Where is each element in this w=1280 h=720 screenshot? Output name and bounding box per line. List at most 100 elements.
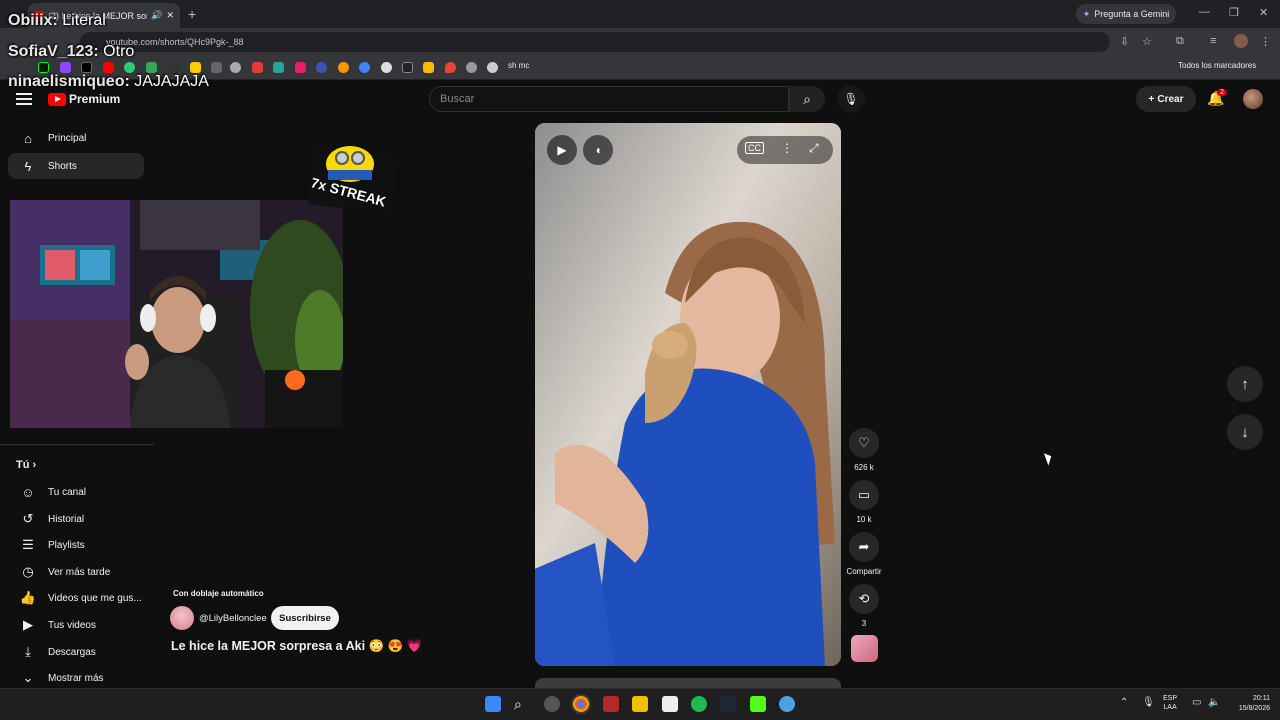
short-video-player[interactable]	[535, 123, 841, 666]
new-tab-button[interactable]: +	[188, 6, 196, 22]
bookmark-icon[interactable]	[466, 62, 477, 73]
channel-avatar[interactable]	[170, 606, 194, 630]
sound-thumbnail[interactable]	[851, 635, 878, 662]
profile-avatar[interactable]	[1234, 34, 1248, 48]
hamburger-menu-icon[interactable]	[16, 90, 32, 106]
remix-button[interactable]: ⟲	[849, 584, 879, 614]
sidebar-item-tu-canal[interactable]: ☺ Tu canal	[8, 479, 144, 505]
clock-time: 20:11	[1253, 695, 1270, 702]
bookmark-icon[interactable]	[190, 62, 201, 73]
taskbar-steam-icon[interactable]	[720, 696, 736, 712]
tray-language[interactable]: ESP LAA	[1163, 694, 1177, 712]
bookmark-icon[interactable]	[273, 62, 284, 73]
bookmark-star-icon[interactable]: ☆	[1142, 35, 1152, 48]
bookmark-icon[interactable]	[402, 62, 413, 73]
bookmark-icon[interactable]	[359, 62, 370, 73]
bookmark-twitch-icon[interactable]	[60, 62, 71, 73]
bookmark-icon[interactable]	[316, 62, 327, 73]
chat-text: JAJAJAJA	[134, 73, 209, 90]
taskbar-notepad-icon[interactable]	[662, 696, 678, 712]
install-app-icon[interactable]: ⇩	[1120, 35, 1129, 48]
minimize-button[interactable]: —	[1199, 6, 1210, 18]
taskbar-kick-icon[interactable]	[750, 696, 766, 712]
bookmark-kick-icon[interactable]	[38, 62, 49, 73]
taskbar-explorer-icon[interactable]	[632, 696, 648, 712]
subscribe-button[interactable]: Suscribirse	[271, 606, 339, 630]
restore-button[interactable]: ❐	[1229, 6, 1239, 19]
bookmark-icon[interactable]	[211, 62, 222, 73]
tray-clock[interactable]: 20:11 15/8/2026	[1228, 694, 1270, 714]
sidebar-item-descargas[interactable]: ⤓ Descargas	[8, 639, 144, 665]
bookmark-x-icon[interactable]	[81, 62, 92, 73]
search-input[interactable]: Buscar	[429, 86, 789, 112]
play-button[interactable]: ▶	[547, 135, 577, 165]
taskbar-app-icon[interactable]	[779, 696, 795, 712]
sidebar-item-tus-videos[interactable]: ▶ Tus videos	[8, 612, 144, 638]
sidebar-item-label: Historial	[48, 513, 85, 525]
all-bookmarks-link[interactable]: Todos los marcadores	[1178, 61, 1256, 70]
start-menu-icon[interactable]	[485, 696, 501, 712]
bookmark-maps-icon[interactable]	[445, 62, 456, 73]
taskbar-app-icon[interactable]	[603, 696, 619, 712]
share-button[interactable]: ➦	[849, 532, 879, 562]
bookmark-icon[interactable]	[230, 62, 241, 73]
tray-network-icon[interactable]: ▭	[1192, 697, 1201, 708]
fullscreen-icon[interactable]: ⤢	[809, 141, 819, 156]
bookmark-drive-icon[interactable]	[146, 62, 157, 73]
volume-button[interactable]: ◖	[583, 135, 613, 165]
downloads-icon: ⤓	[25, 644, 31, 659]
url-field[interactable]: youtube.com/shorts/QHc9Pgk-_88	[80, 32, 1110, 52]
bookmark-icon[interactable]	[381, 62, 392, 73]
chat-message: ninaelismiqueo: JAJAJAJA	[8, 73, 209, 91]
sidebar-item-principal[interactable]: ⌂ Principal	[8, 125, 144, 151]
tray-volume-icon[interactable]: 🔈	[1208, 697, 1220, 708]
account-avatar[interactable]	[1243, 89, 1263, 109]
youtube-premium-logo[interactable]: Premium	[48, 92, 120, 106]
taskbar-chrome-icon[interactable]	[571, 694, 591, 714]
sidebar-item-playlists[interactable]: ☰ Playlists	[8, 532, 144, 558]
like-button[interactable]: ♡	[849, 428, 879, 458]
gemini-button[interactable]: ✦ Pregunta a Gemini	[1076, 4, 1176, 24]
bookmark-sh-mc[interactable]: sh mc	[508, 61, 529, 70]
search-button[interactable]: ⌕	[789, 86, 825, 112]
sidebar-you-heading[interactable]: Tú ›	[16, 459, 36, 471]
bookmark-icon[interactable]	[423, 62, 434, 73]
sidebar-item-shorts[interactable]: ϟ Shorts	[8, 153, 144, 179]
next-short-preview[interactable]	[535, 678, 841, 688]
shorts-icon: ϟ	[24, 158, 32, 174]
bookmark-youtube-icon[interactable]	[103, 62, 114, 73]
sidebar-item-ver-mas-tarde[interactable]: ◷ Ver más tarde	[8, 559, 144, 585]
bookmark-icon[interactable]	[338, 62, 349, 73]
playlists-icon: ☰	[22, 537, 34, 552]
tab-audio-icon[interactable]: 🔊	[151, 10, 162, 21]
tab-close-icon[interactable]: ✕	[166, 10, 174, 21]
voice-search-button[interactable]: 🎙	[837, 85, 865, 113]
sidebar-item-liked-videos[interactable]: 👍 Videos que me gus...	[8, 585, 144, 611]
bookmark-icon[interactable]	[295, 62, 306, 73]
extensions-icon[interactable]: ⧉	[1176, 35, 1184, 48]
comments-button[interactable]: ▭	[849, 480, 879, 510]
taskbar-spotify-icon[interactable]	[691, 696, 707, 712]
tray-mic-icon[interactable]: 🎙	[1142, 697, 1155, 708]
taskbar-app-icon[interactable]	[544, 696, 560, 712]
previous-short-button[interactable]: ↑	[1227, 366, 1263, 402]
chat-message: Obiiix: Literal	[8, 12, 106, 30]
sidebar-item-historial[interactable]: ↺ Historial	[8, 506, 144, 532]
bookmark-icon[interactable]	[487, 62, 498, 73]
taskbar-search-icon[interactable]: ⌕	[514, 696, 530, 712]
bookmark-icon[interactable]	[252, 62, 263, 73]
bookmark-icon[interactable]	[168, 62, 179, 73]
heart-icon: ♡	[858, 435, 870, 450]
more-options-icon[interactable]: ⋮	[781, 141, 793, 155]
next-short-button[interactable]: ↓	[1227, 414, 1263, 450]
bookmark-green-icon[interactable]	[124, 62, 135, 73]
captions-icon[interactable]: CC	[745, 142, 764, 154]
reading-list-icon[interactable]: ≡	[1210, 35, 1216, 47]
channel-handle[interactable]: @LilyBellonclee	[199, 613, 267, 624]
close-window-button[interactable]: ✕	[1259, 6, 1268, 19]
tray-chevron-icon[interactable]: ⌃	[1120, 697, 1128, 708]
watch-later-icon: ◷	[22, 564, 34, 579]
plus-icon: +	[1148, 93, 1155, 105]
chrome-menu-icon[interactable]: ⋮	[1260, 35, 1271, 48]
create-button[interactable]: + Crear	[1136, 86, 1196, 112]
